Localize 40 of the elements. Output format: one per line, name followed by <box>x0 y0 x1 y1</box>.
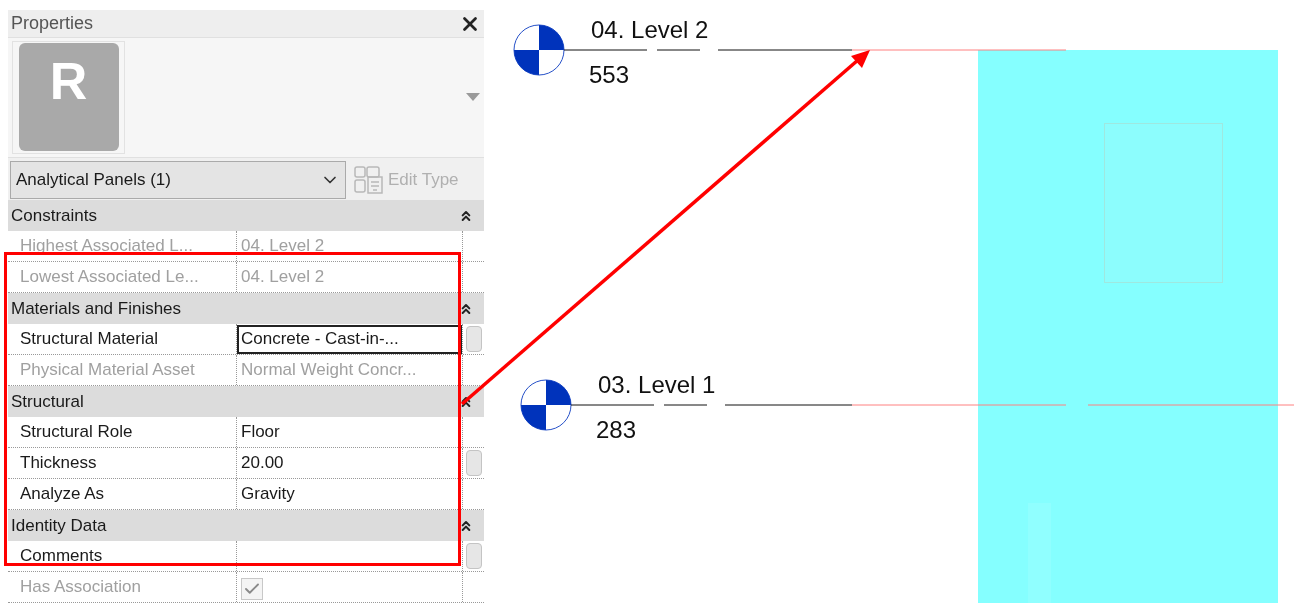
section-header[interactable]: Identity Data <box>8 510 484 541</box>
dropdown-icon[interactable] <box>466 93 480 102</box>
value-field[interactable]: Concrete - Cast-in-... <box>237 324 462 354</box>
section-title: Identity Data <box>11 514 107 537</box>
property-name: Structural Material <box>20 328 158 351</box>
property-name: Highest Associated L... <box>20 235 193 258</box>
property-name: Physical Material Asset <box>20 359 195 382</box>
property-value: 04. Level 2 <box>240 235 326 258</box>
property-name: Structural Role <box>20 421 133 444</box>
property-value: Normal Weight Concr... <box>240 359 418 382</box>
property-value: 20.00 <box>240 452 285 475</box>
level-name: 03. Level 1 <box>598 370 716 400</box>
property-name: Has Association <box>20 576 141 599</box>
property-name: Thickness <box>20 452 97 475</box>
property-row[interactable]: Structural Material Concrete - Cast-in-... <box>8 324 484 355</box>
property-value: Gravity <box>240 483 296 506</box>
type-selector[interactable]: Analytical Panels (1) <box>10 160 346 199</box>
section-header[interactable]: Materials and Finishes <box>8 293 484 324</box>
level-line[interactable] <box>571 404 1294 406</box>
section-title: Materials and Finishes <box>11 297 182 320</box>
section-title: Constraints <box>11 204 97 227</box>
property-row[interactable]: Thickness 20.00 <box>8 448 484 479</box>
section-title: Structural <box>11 390 84 413</box>
property-name: Analyze As <box>20 483 105 506</box>
level-head-icon[interactable] <box>513 24 565 76</box>
level-elevation: 283 <box>596 415 637 445</box>
app-logo: R <box>18 43 119 152</box>
level-head-icon[interactable] <box>520 379 572 431</box>
property-row[interactable]: Analyze As Gravity <box>8 479 484 510</box>
section-header[interactable]: Constraints <box>8 200 484 231</box>
property-value: Floor <box>240 421 281 444</box>
panel-title: Properties <box>11 12 94 35</box>
property-value: 04. Level 2 <box>240 266 326 289</box>
level-name: 04. Level 2 <box>591 15 709 45</box>
type-properties-icon <box>354 164 384 195</box>
level-elevation: 553 <box>589 60 630 90</box>
property-row[interactable]: Structural Role Floor <box>8 417 484 448</box>
property-name: Lowest Associated Le... <box>20 266 199 289</box>
section-header[interactable]: Structural <box>8 386 484 417</box>
property-name: Comments <box>20 545 103 568</box>
